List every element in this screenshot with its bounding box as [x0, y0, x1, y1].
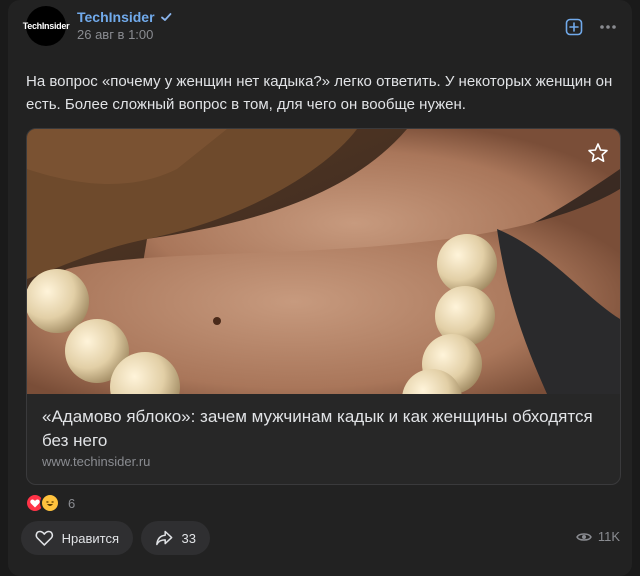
favorite-star-icon[interactable]	[586, 141, 610, 165]
post-date[interactable]: 26 авг в 1:00	[77, 27, 153, 42]
post-text: На вопрос «почему у женщин нет кадыка?» …	[26, 73, 613, 113]
share-button[interactable]: 33	[141, 521, 210, 555]
more-options-icon[interactable]	[597, 16, 619, 38]
verified-icon	[160, 13, 171, 21]
add-to-bookmarks-icon[interactable]	[563, 16, 585, 38]
share-arrow-icon	[156, 530, 173, 546]
avatar-label: TechInsider	[22, 21, 70, 31]
link-title[interactable]: «Адамово яблоко»: зачем мужчинам кадык и…	[42, 405, 602, 453]
laugh-emoji-icon	[40, 493, 60, 513]
link-preview-card[interactable]: «Адамово яблоко»: зачем мужчинам кадык и…	[26, 128, 621, 485]
heart-outline-icon	[35, 530, 54, 546]
post-card: TechInsider TechInsider 26 авг в 1:00 На…	[8, 0, 632, 576]
eye-icon	[575, 532, 592, 541]
like-label: Нравится	[61, 530, 119, 546]
views-count: 11K	[597, 529, 620, 544]
author-name-link[interactable]: TechInsider	[77, 9, 172, 25]
author-name: TechInsider	[77, 9, 155, 25]
link-preview-image[interactable]	[27, 129, 620, 394]
like-button[interactable]: Нравится	[21, 521, 133, 555]
reactions-count: 6	[68, 495, 76, 511]
author-avatar[interactable]: TechInsider	[23, 6, 70, 46]
views-counter: 11K	[575, 529, 620, 544]
share-count: 33	[181, 530, 196, 546]
link-domain: www.techinsider.ru	[42, 454, 151, 469]
reactions-summary[interactable]: 6	[25, 493, 75, 513]
